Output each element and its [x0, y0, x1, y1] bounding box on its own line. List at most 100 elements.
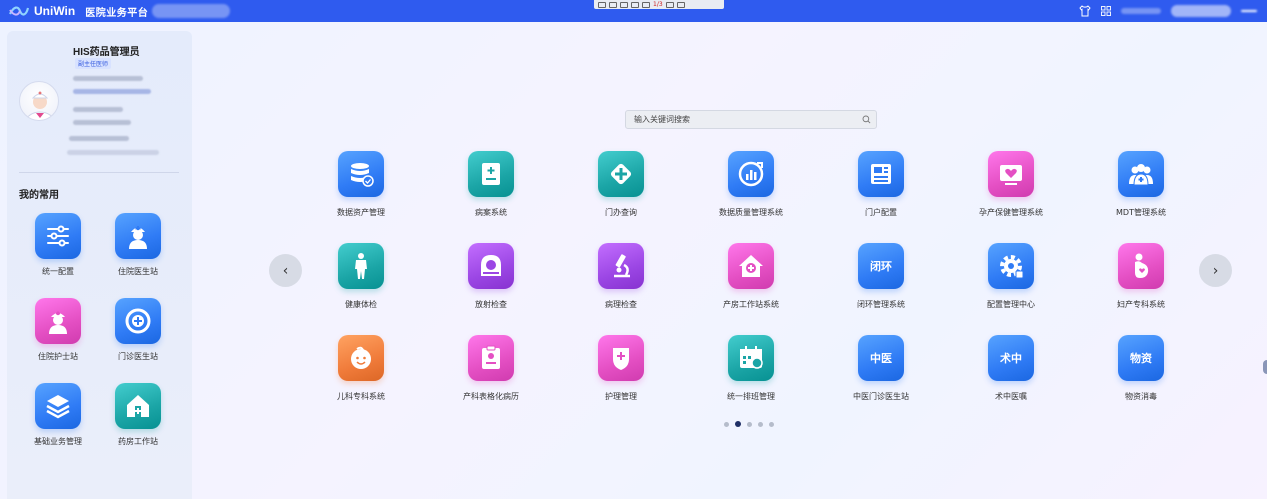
- pagination-dot[interactable]: [724, 421, 729, 427]
- blurred-text: [73, 89, 151, 94]
- baby-icon: [338, 335, 384, 381]
- toolbar-button[interactable]: [631, 1, 639, 8]
- favorite-label: 统一配置: [42, 267, 74, 276]
- pagination-dot[interactable]: [747, 421, 752, 427]
- app-label: 病理检查: [605, 300, 637, 309]
- app-label: 孕产保健管理系统: [979, 208, 1043, 217]
- app-label: 健康体检: [345, 300, 377, 309]
- layers-icon: [35, 383, 81, 429]
- side-handle[interactable]: [1263, 360, 1267, 374]
- gear-icon: [988, 243, 1034, 289]
- app-label: 护理管理: [605, 392, 637, 401]
- pagination-dot[interactable]: [735, 421, 741, 427]
- favorite-item-basic-business[interactable]: 基础业务管理: [18, 383, 98, 447]
- user-name: HIS药品管理员: [73, 47, 140, 58]
- pagination-dots: [724, 421, 774, 427]
- app-supplies-disinfection[interactable]: 物资 物资消毒: [1081, 335, 1201, 402]
- blurred-text: [73, 120, 131, 125]
- calendar-icon: [728, 335, 774, 381]
- favorite-item-inpatient-nurse[interactable]: 住院护士站: [18, 298, 98, 362]
- nurse-icon: [35, 298, 81, 344]
- pagination-dot[interactable]: [758, 421, 763, 427]
- next-page-button[interactable]: ›: [1199, 254, 1232, 287]
- grid-icon[interactable]: [1101, 6, 1111, 16]
- app-portal-config[interactable]: 门户配置: [821, 151, 941, 218]
- tile-text: 中医: [870, 352, 892, 365]
- toolbar-button[interactable]: [665, 1, 674, 8]
- app-scheduling[interactable]: 统一排班管理: [691, 335, 811, 402]
- app-label: 统一排班管理: [727, 392, 775, 401]
- search-bar: [625, 110, 877, 129]
- maternal-icon: [988, 151, 1034, 197]
- app-data-asset[interactable]: 数据资产管理: [301, 151, 421, 218]
- favorite-item-outpatient-doctor[interactable]: 门诊医生站: [98, 298, 178, 362]
- favorite-item-unified-config[interactable]: 统一配置: [18, 213, 98, 277]
- search-icon[interactable]: [862, 115, 871, 124]
- team-icon: [1118, 151, 1164, 197]
- logo-icon: [9, 6, 30, 16]
- app-label: MDT管理系统: [1116, 208, 1166, 217]
- pagination-dot[interactable]: [769, 421, 774, 427]
- app-delivery-room[interactable]: 产房工作站系统: [691, 243, 811, 310]
- app-pediatrics[interactable]: 儿科专科系统: [301, 335, 421, 402]
- toolbar-button[interactable]: [642, 1, 650, 8]
- favorite-item-pharmacy[interactable]: 药房工作站: [98, 383, 178, 447]
- app-clinic-query[interactable]: 门办查询: [561, 151, 681, 218]
- app-label: 门户配置: [865, 208, 897, 217]
- favorite-item-inpatient-doctor[interactable]: 住院医生站: [98, 213, 178, 277]
- text-tile-icon: 物资: [1118, 335, 1164, 381]
- app-medical-record[interactable]: 病案系统: [431, 151, 551, 218]
- app-intraop-orders[interactable]: 术中 术中医嘱: [951, 335, 1071, 402]
- blurred-area: [1241, 10, 1257, 12]
- app-health-check[interactable]: 健康体检: [301, 243, 421, 310]
- cross-diamond-icon: [598, 151, 644, 197]
- user-info-blurred[interactable]: [1171, 5, 1231, 17]
- app-closed-loop[interactable]: 闭环 闭环管理系统: [821, 243, 941, 310]
- favorite-label: 药房工作站: [118, 437, 158, 446]
- app-radiology[interactable]: 放射检查: [431, 243, 551, 310]
- app-label: 产科表格化病历: [463, 392, 519, 401]
- avatar: [19, 81, 59, 121]
- user-title-badge: 副主任医师: [75, 58, 112, 69]
- scanner-icon: [468, 243, 514, 289]
- app-config-center[interactable]: 配置管理中心: [951, 243, 1071, 310]
- top-bar: UniWin 医院业务平台 1/3: [0, 0, 1267, 22]
- toolbar-label: 1/3: [653, 1, 663, 8]
- app-obstetric-form[interactable]: 产科表格化病历: [431, 335, 551, 402]
- medical-record-icon: [468, 151, 514, 197]
- app-pathology[interactable]: 病理检查: [561, 243, 681, 310]
- chart-icon: [728, 151, 774, 197]
- shirt-icon[interactable]: [1079, 5, 1091, 17]
- system-name: 医院业务平台: [85, 7, 149, 19]
- clipboard-icon: [468, 335, 514, 381]
- app-tcm-outpatient[interactable]: 中医 中医门诊医生站: [821, 335, 941, 402]
- outpatient-icon: [115, 298, 161, 344]
- favorite-label: 住院护士站: [38, 352, 78, 361]
- logo: UniWin: [8, 4, 75, 18]
- app-data-quality[interactable]: 数据质量管理系统: [691, 151, 811, 218]
- app-mdt[interactable]: MDT管理系统: [1081, 151, 1201, 218]
- app-nursing[interactable]: 护理管理: [561, 335, 681, 402]
- text-tile-icon: 术中: [988, 335, 1034, 381]
- microscope-icon: [598, 243, 644, 289]
- app-label: 闭环管理系统: [857, 300, 905, 309]
- favorite-label: 门诊医生站: [118, 352, 158, 361]
- app-label: 物资消毒: [1125, 392, 1157, 401]
- toolbar-button[interactable]: [598, 1, 606, 8]
- screen-toolbar: 1/3: [594, 0, 724, 9]
- toolbar-button[interactable]: [676, 1, 685, 8]
- app-label: 放射检查: [475, 300, 507, 309]
- app-label: 病案系统: [475, 208, 507, 217]
- blurred-area: [1121, 8, 1161, 14]
- body-icon: [338, 243, 384, 289]
- app-maternal-health[interactable]: 孕产保健管理系统: [951, 151, 1071, 218]
- doctor-icon: [115, 213, 161, 259]
- app-label: 产房工作站系统: [723, 300, 779, 309]
- toolbar-button[interactable]: [609, 1, 617, 8]
- app-obstetrics[interactable]: 妇产专科系统: [1081, 243, 1201, 310]
- search-input[interactable]: [634, 115, 854, 124]
- app-label: 数据质量管理系统: [719, 208, 783, 217]
- toolbar-button[interactable]: [620, 1, 628, 8]
- app-label: 门办查询: [605, 208, 637, 217]
- prev-page-button[interactable]: ‹: [269, 254, 302, 287]
